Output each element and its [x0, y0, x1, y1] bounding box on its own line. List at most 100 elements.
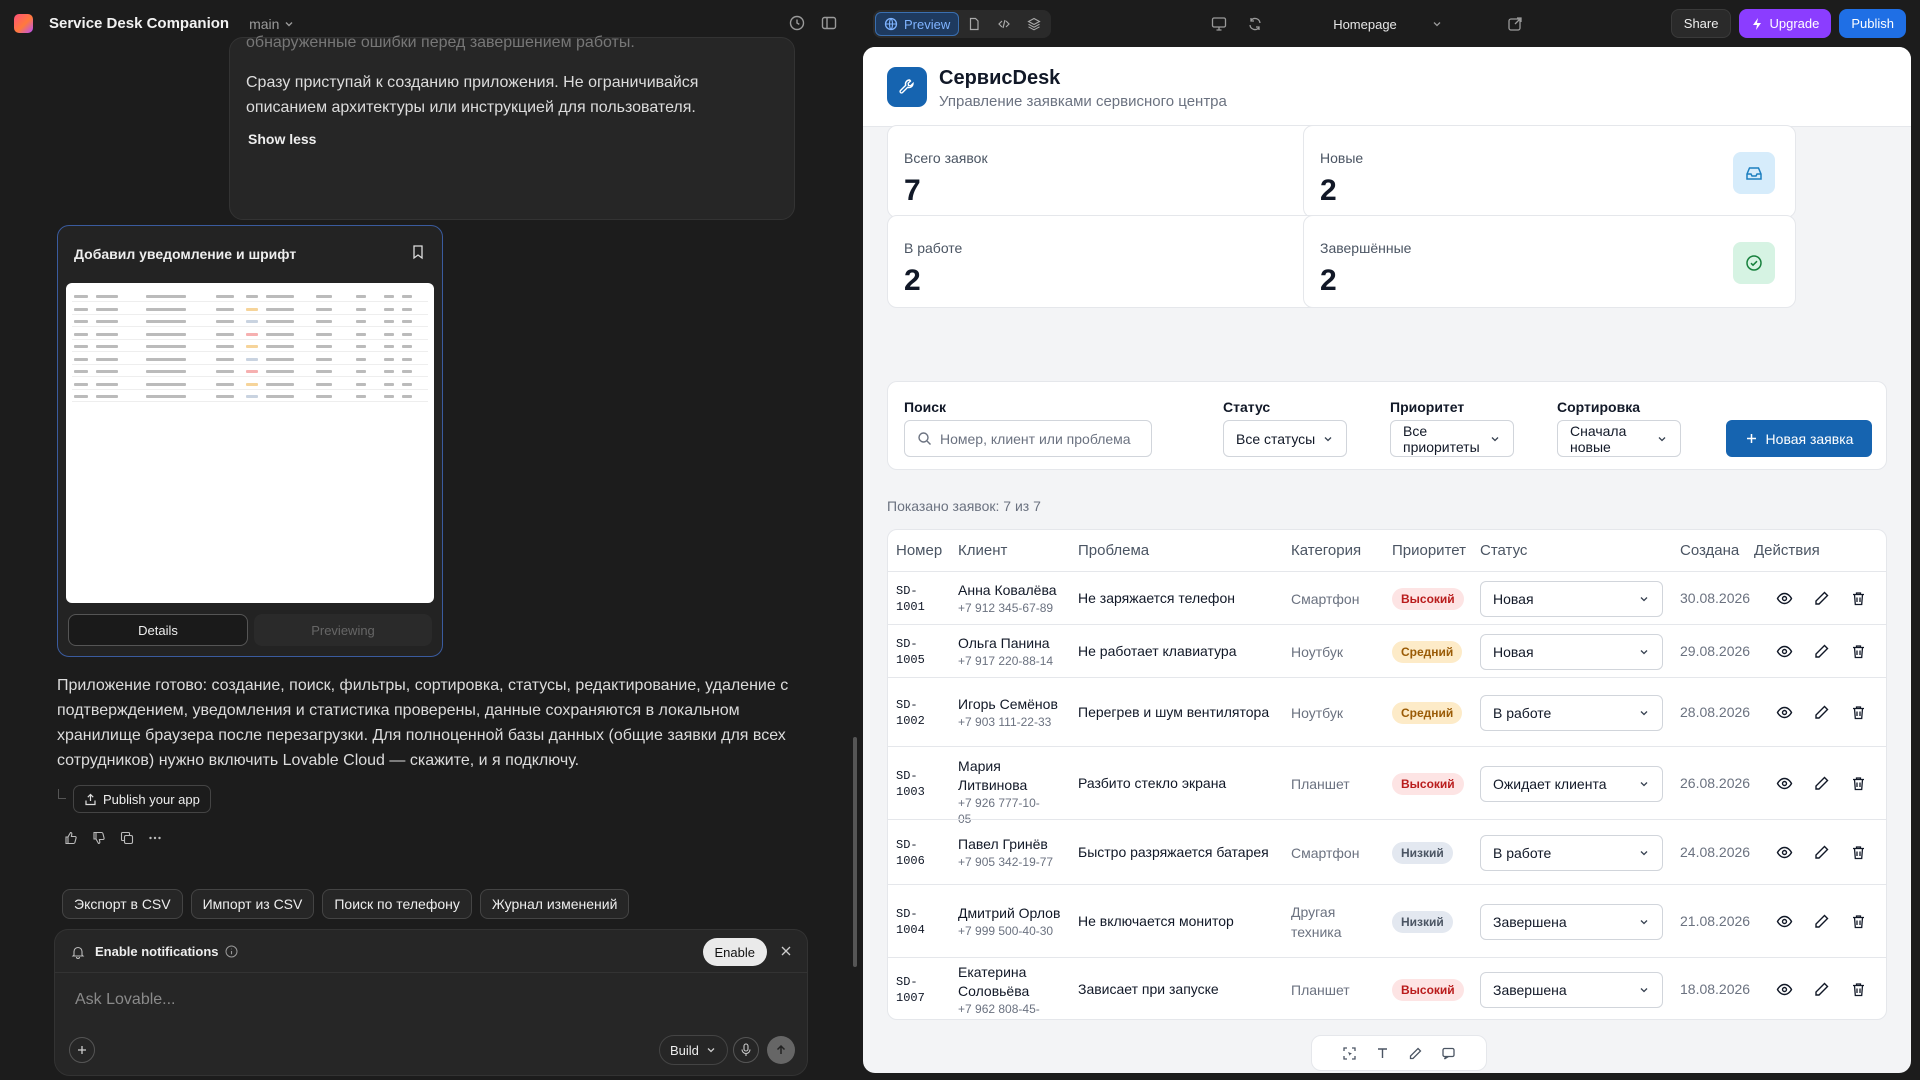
chat-scrollbar[interactable] [853, 737, 857, 967]
trash-icon[interactable] [1850, 981, 1867, 998]
trash-icon[interactable] [1850, 913, 1867, 930]
chevron-down-icon [1640, 919, 1648, 924]
refresh-icon[interactable] [1246, 15, 1264, 33]
status-select[interactable]: Новая [1480, 633, 1663, 670]
priority-filter-select[interactable]: Все приоритеты [1390, 420, 1514, 457]
client-name: Павел Гринёв [958, 836, 1048, 852]
bookmark-icon[interactable] [410, 244, 426, 260]
ticket-number-id: 1005 [896, 652, 925, 667]
lovable-logo[interactable] [14, 14, 33, 33]
problem-cell: Быстро разряжается батарея [1078, 843, 1269, 860]
copy-icon[interactable] [120, 831, 134, 845]
status-select[interactable]: Ожидает клиента [1480, 765, 1663, 802]
thumbnail-cell [402, 320, 412, 323]
status-select[interactable]: Новая [1480, 580, 1663, 617]
status-select[interactable]: В работе [1480, 834, 1663, 871]
share-button[interactable]: Share [1670, 9, 1732, 38]
plus-icon [78, 1046, 86, 1054]
thumbnail-cell [146, 295, 186, 298]
eye-icon[interactable] [1776, 704, 1793, 721]
send-button[interactable] [767, 1036, 795, 1064]
search-input[interactable]: Номер, клиент или проблема [904, 420, 1152, 457]
ticket-number-prefix: SD- [896, 975, 918, 989]
sort-select[interactable]: Сначала новые [1557, 420, 1681, 457]
trash-icon[interactable] [1850, 643, 1867, 660]
status-filter-select[interactable]: Все статусы [1223, 420, 1347, 457]
edit-icon[interactable] [1813, 844, 1830, 861]
text-icon[interactable] [1375, 1046, 1390, 1061]
new-ticket-button[interactable]: Новая заявка [1726, 420, 1872, 457]
eye-icon[interactable] [1776, 913, 1793, 930]
eye-icon[interactable] [1776, 775, 1793, 792]
tab-preview[interactable]: Preview [875, 12, 960, 36]
edit-icon[interactable] [1813, 590, 1830, 607]
client-name: Дмитрий Орлов [958, 905, 1061, 921]
thumbnail-row [72, 326, 428, 327]
eye-icon[interactable] [1776, 643, 1793, 660]
tab-code[interactable] [989, 12, 1019, 36]
thumbnail-cell [384, 395, 394, 398]
trash-icon[interactable] [1850, 775, 1867, 792]
trash-icon[interactable] [1850, 590, 1867, 607]
suggestion-chip[interactable]: Импорт из CSV [190, 889, 315, 919]
comment-icon[interactable] [1441, 1046, 1456, 1061]
previewing-button[interactable]: Previewing [254, 614, 432, 646]
problem-cell: Перегрев и шум вентилятора [1078, 703, 1270, 720]
suggestion-chip[interactable]: Экспорт в CSV [62, 889, 183, 919]
attach-button[interactable] [69, 1037, 95, 1063]
thumbnail-cell [74, 395, 88, 398]
status-select[interactable]: В работе [1480, 694, 1663, 731]
thumbs-up-icon[interactable] [64, 831, 78, 845]
mode-selector[interactable]: Build [659, 1035, 728, 1065]
created-date: 29.08.2026 [1680, 642, 1751, 659]
view-switcher: Preview [873, 10, 1052, 38]
thumbnail-cell [316, 370, 332, 373]
arrow-up-icon [776, 1044, 786, 1054]
select-element-icon[interactable] [1342, 1046, 1357, 1061]
more-icon[interactable] [148, 831, 162, 845]
voice-button[interactable] [733, 1037, 759, 1063]
version-card-title: Добавил уведомление и шрифт [74, 246, 297, 262]
info-icon[interactable] [225, 945, 238, 958]
details-button[interactable]: Details [68, 614, 248, 646]
history-icon[interactable] [788, 14, 806, 32]
suggestion-chip[interactable]: Поиск по телефону [322, 889, 472, 919]
edit-icon[interactable] [1813, 981, 1830, 998]
desktop-icon[interactable] [1210, 15, 1228, 33]
created-date: 26.08.2026 [1680, 774, 1751, 791]
edit-icon[interactable] [1813, 913, 1830, 930]
mode-label: Build [670, 1042, 699, 1058]
client-phone: +7 999 500-40-30 [958, 924, 1054, 938]
edit-icon[interactable] [1813, 704, 1830, 721]
thumbnail-cell [246, 382, 258, 386]
show-less-link[interactable]: Show less [248, 131, 316, 147]
route-selector[interactable]: Homepage [1280, 10, 1450, 38]
microphone-icon [741, 1043, 751, 1056]
thumbnail-cell [74, 382, 88, 386]
close-icon[interactable] [779, 944, 793, 958]
status-select[interactable]: Завершена [1480, 972, 1663, 1008]
edit-icon[interactable] [1813, 643, 1830, 660]
trash-icon[interactable] [1850, 844, 1867, 861]
eye-icon[interactable] [1776, 590, 1793, 607]
pencil-icon[interactable] [1408, 1046, 1423, 1061]
chat-input[interactable]: Ask Lovable... [75, 991, 176, 1009]
external-link-icon[interactable] [1506, 15, 1524, 33]
trash-icon[interactable] [1850, 704, 1867, 721]
publish-your-app-button[interactable]: Publish your app [73, 785, 211, 813]
thumbs-down-icon[interactable] [92, 831, 106, 845]
edit-icon[interactable] [1813, 775, 1830, 792]
version-card[interactable]: Добавил уведомление и шрифт Details Prev… [57, 225, 443, 657]
tab-layers[interactable] [1019, 12, 1049, 36]
sidebar-toggle-icon[interactable] [820, 14, 838, 32]
publish-button[interactable]: Publish [1839, 9, 1906, 38]
eye-icon[interactable] [1776, 981, 1793, 998]
project-name[interactable]: Service Desk Companion [49, 15, 229, 32]
upgrade-button[interactable]: Upgrade [1739, 9, 1832, 38]
suggestion-chip[interactable]: Журнал изменений [479, 889, 630, 919]
enable-notifications-button[interactable]: Enable [702, 938, 767, 966]
eye-icon[interactable] [1776, 844, 1793, 861]
tab-files[interactable] [959, 12, 989, 36]
status-select[interactable]: Завершена [1480, 903, 1663, 940]
chevron-down-icon [1640, 710, 1648, 715]
